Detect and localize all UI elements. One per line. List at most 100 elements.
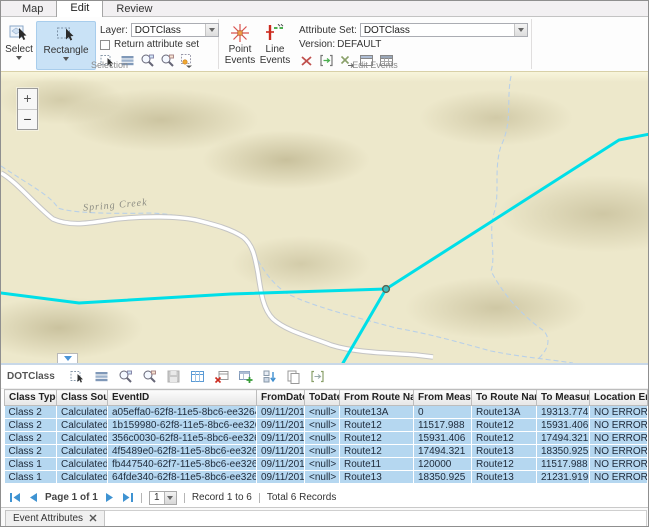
table-cell: Route12 [472, 419, 537, 432]
return-attribute-set-label: Return attribute set [114, 39, 199, 50]
table-cell: Calculated [57, 471, 108, 484]
panel-collapse-button[interactable] [57, 353, 78, 363]
column-header[interactable]: Class Source [57, 390, 108, 406]
route-line-west[interactable] [1, 289, 386, 303]
zoom-to-selection-icon[interactable] [118, 369, 133, 384]
measure-brackets-icon[interactable] [310, 369, 325, 384]
pan-to-selection-icon[interactable] [142, 369, 157, 384]
attribute-set-value: DOTClass [361, 25, 514, 36]
tab-map[interactable]: Map [9, 2, 56, 17]
layer-combobox[interactable]: DOTClass [131, 23, 219, 37]
table-cell: 356c0030-62f8-11e5-8bc6-ee32641d5ec9 [108, 432, 257, 445]
sketch-select-icon[interactable] [70, 369, 85, 384]
table-cell: Route12 [340, 445, 414, 458]
copy-page-icon[interactable] [286, 369, 301, 384]
column-header[interactable]: FromDate [257, 390, 305, 406]
table-cell: 09/11/2015 [257, 432, 305, 445]
table-cell: <null> [305, 471, 340, 484]
table-cell: NO ERROR [590, 432, 648, 445]
page-label: Page 1 of 1 [45, 492, 98, 503]
rectangle-button-label: Rectangle [43, 45, 88, 56]
table-cell: 4f5489e0-62f8-11e5-8bc6-ee32641d5ec9 [108, 445, 257, 458]
table-cell: 09/11/2015 [257, 445, 305, 458]
table-cell: Route13 [472, 445, 537, 458]
layer-label: Layer: [100, 25, 128, 36]
table-cell: <null> [305, 458, 340, 471]
tab-event-attributes[interactable]: Event Attributes [5, 510, 105, 527]
creek-lines [1, 76, 573, 363]
chevron-down-icon[interactable] [514, 24, 527, 36]
last-page-button[interactable] [122, 492, 134, 503]
table-cell: 15931.406 [537, 419, 590, 432]
sort-icon[interactable] [262, 369, 277, 384]
route-junction-marker[interactable] [383, 286, 390, 293]
column-header[interactable]: Class Type [5, 390, 57, 406]
table-cell: 17494.321 [537, 432, 590, 445]
point-events-icon [229, 22, 251, 44]
table-cell: Calculated [57, 445, 108, 458]
column-header[interactable]: Location Error [590, 390, 648, 406]
table-cell: 11517.988 [414, 419, 472, 432]
table-row[interactable]: Class 2Calculated356c0030-62f8-11e5-8bc6… [5, 432, 648, 445]
save-icon[interactable] [166, 369, 181, 384]
table-cell: a05effa0-62f8-11e5-8bc6-ee32641d5ec9 [108, 406, 257, 419]
return-attribute-set-checkbox[interactable] [100, 40, 110, 50]
edit-events-group-label: Edit Events [219, 60, 531, 70]
table-cell: Route11 [340, 458, 414, 471]
table-row[interactable]: Class 2Calculateda05effa0-62f8-11e5-8bc6… [5, 406, 648, 419]
column-header[interactable]: To Route Name [472, 390, 537, 406]
table-cell: 18350.925 [414, 471, 472, 484]
table-cell: 0 [414, 406, 472, 419]
tab-strip-empty [105, 510, 647, 527]
page-number-select[interactable]: 1 [149, 491, 177, 505]
table-cell: Route12 [340, 419, 414, 432]
map-canvas[interactable]: Spring Creek + − [1, 72, 649, 363]
zoom-out-button[interactable]: − [18, 109, 37, 129]
route-line-northeast[interactable] [386, 134, 649, 289]
version-label: Version: [299, 39, 335, 50]
chevron-down-icon[interactable] [205, 24, 218, 36]
attribute-set-combobox[interactable]: DOTClass [360, 23, 528, 37]
route-event-lines[interactable] [1, 134, 649, 363]
column-header[interactable]: To Measure [537, 390, 590, 406]
table-cell: Route13A [472, 406, 537, 419]
separator [184, 493, 185, 503]
remove-selection-icon[interactable] [214, 369, 229, 384]
group-separator [531, 19, 532, 69]
list-icon[interactable] [94, 369, 109, 384]
table-cell: NO ERROR [590, 406, 648, 419]
add-record-icon[interactable] [238, 369, 253, 384]
separator [141, 493, 142, 503]
close-icon[interactable] [89, 514, 97, 522]
return-attribute-set-option[interactable]: Return attribute set [100, 39, 219, 50]
column-header[interactable]: EventID [108, 390, 257, 406]
map-layers [1, 72, 649, 363]
table-cell: 19313.774 [537, 406, 590, 419]
select-button-label: Select [5, 44, 33, 55]
column-header[interactable]: From Route Name [340, 390, 414, 406]
previous-page-button[interactable] [28, 492, 38, 503]
grid-icon[interactable] [190, 369, 205, 384]
table-cell: Route13A [340, 406, 414, 419]
first-page-button[interactable] [9, 492, 21, 503]
column-header[interactable]: ToDate [305, 390, 340, 406]
table-row[interactable]: Class 2Calculated1b159980-62f8-11e5-8bc6… [5, 419, 648, 432]
table-row[interactable]: Class 1Calculatedfb447540-62f7-11e5-8bc6… [5, 458, 648, 471]
table-cell: Route12 [340, 432, 414, 445]
panel-toolbar: DOTClass [1, 365, 649, 389]
column-header[interactable]: From Measure [414, 390, 472, 406]
tab-review[interactable]: Review [103, 2, 165, 17]
table-cell: Route12 [472, 432, 537, 445]
table-pager: Page 1 of 1 1 Record 1 to 6 Total 6 Reco… [1, 488, 649, 507]
table-cell: 120000 [414, 458, 472, 471]
chevron-down-icon [164, 492, 176, 504]
table-cell: Class 1 [5, 458, 57, 471]
next-page-button[interactable] [105, 492, 115, 503]
table-cell: Class 1 [5, 471, 57, 484]
table-cell: <null> [305, 406, 340, 419]
zoom-in-button[interactable]: + [18, 89, 37, 109]
table-row[interactable]: Class 2Calculated4f5489e0-62f8-11e5-8bc6… [5, 445, 648, 458]
table-row[interactable]: Class 1Calculated64fde340-62f8-11e5-8bc6… [5, 471, 648, 484]
event-attributes-tab-label: Event Attributes [13, 513, 83, 524]
tab-edit[interactable]: Edit [56, 0, 103, 17]
